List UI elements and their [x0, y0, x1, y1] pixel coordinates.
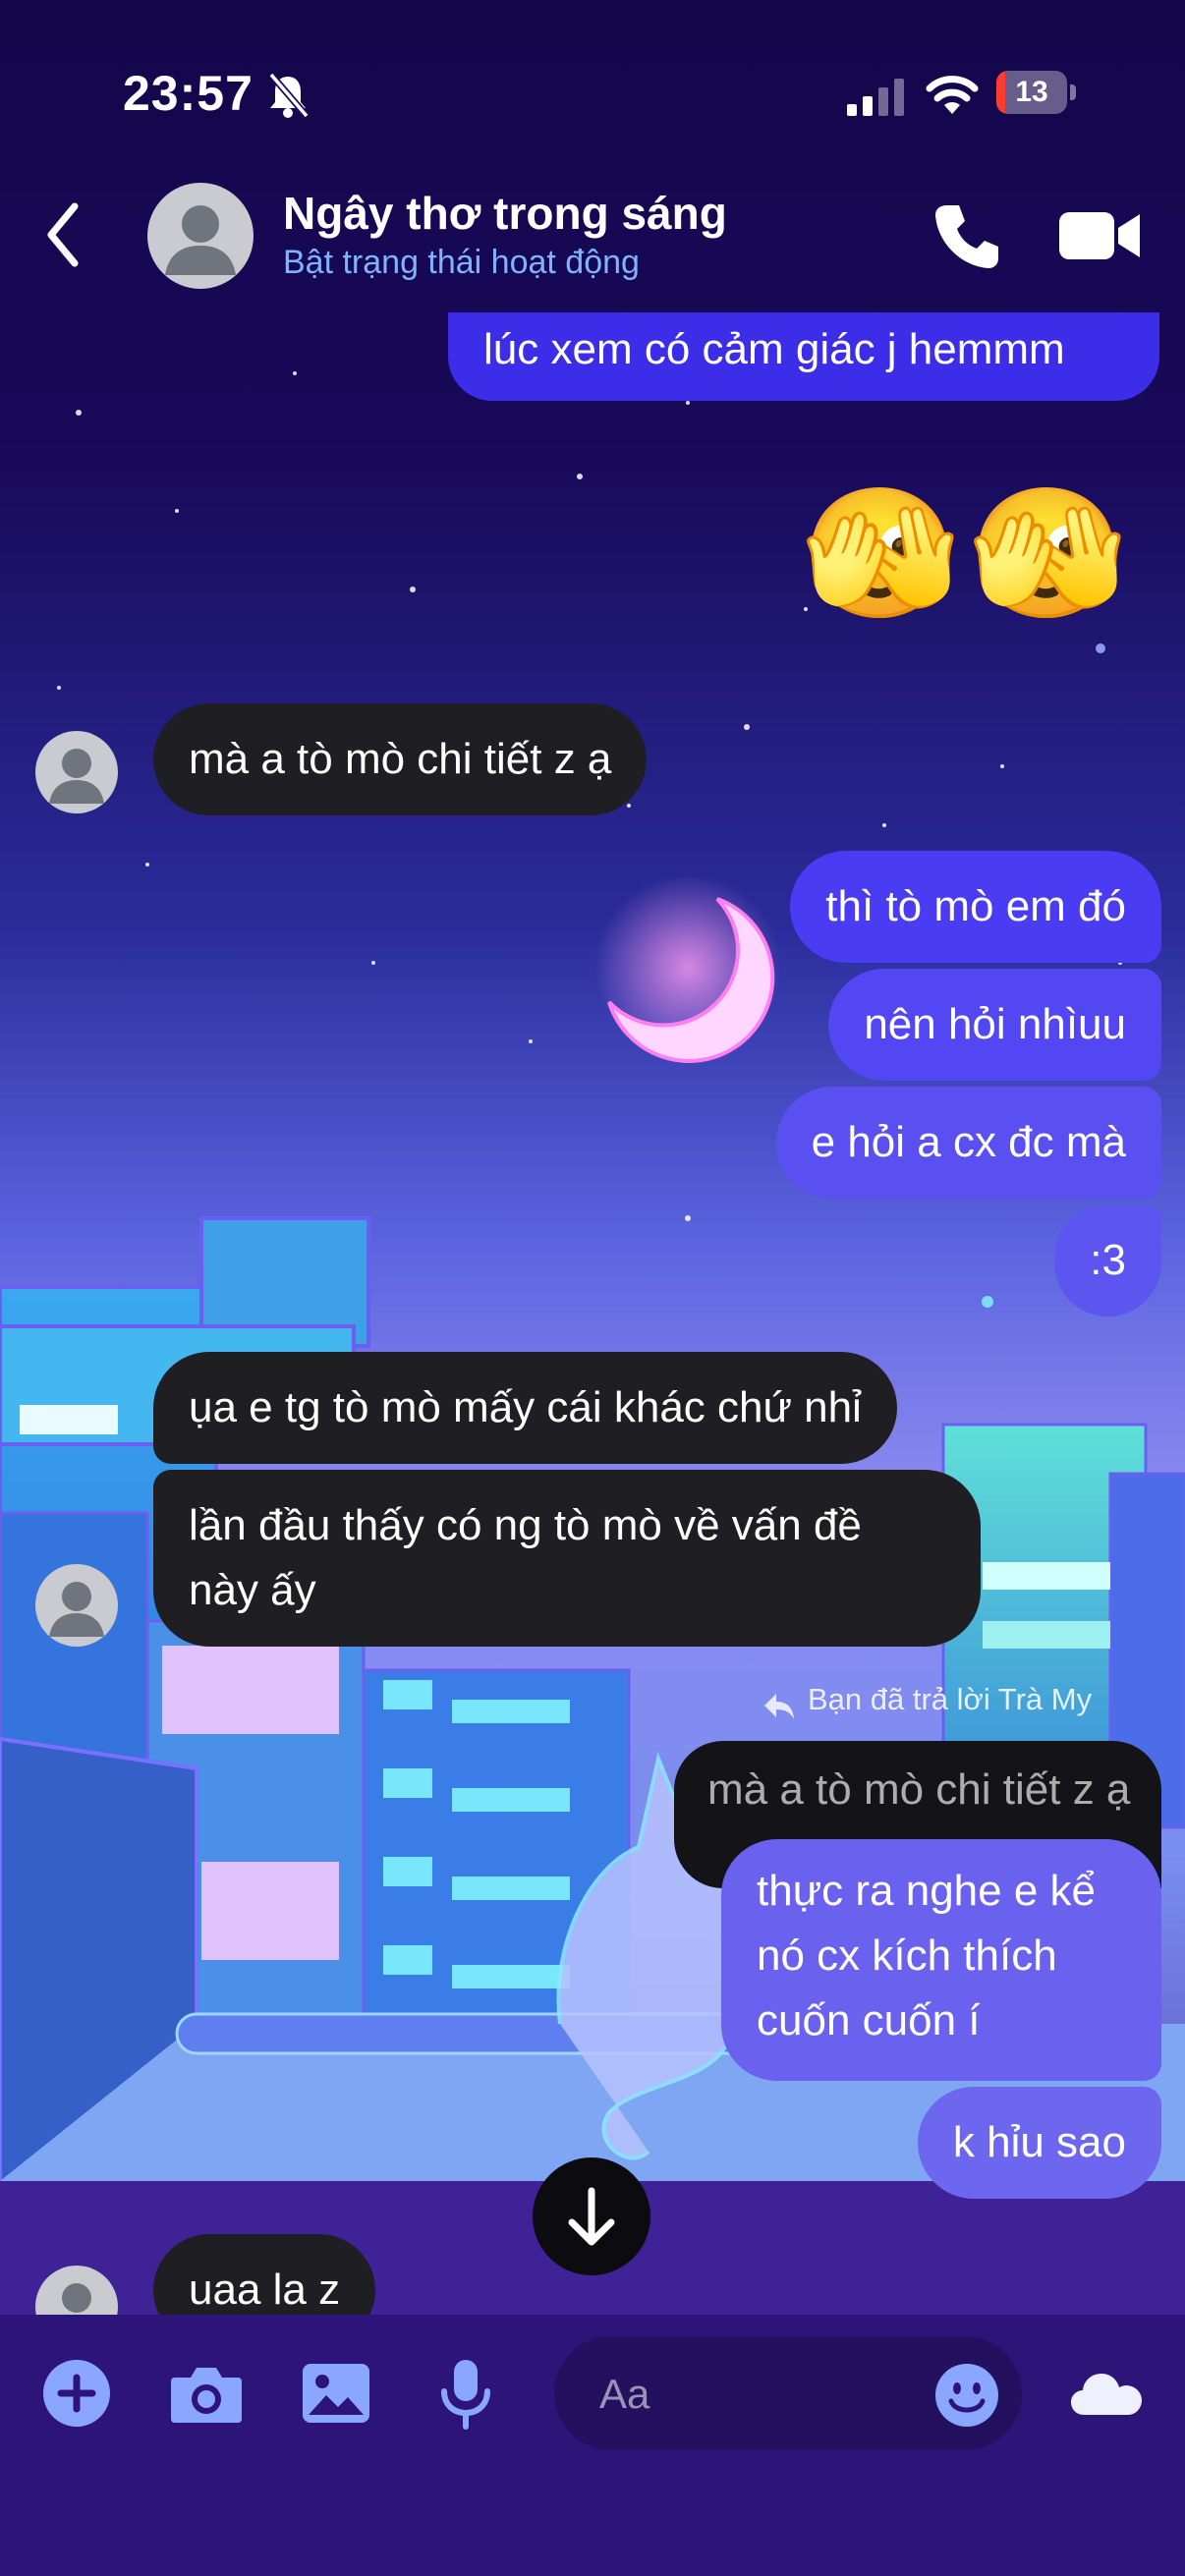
message-input[interactable]	[597, 2336, 896, 2452]
message-line: cuốn cuốn í	[757, 1996, 981, 2044]
sender-avatar[interactable]	[35, 731, 118, 813]
arrow-down-icon	[568, 2187, 615, 2246]
scroll-to-bottom-button[interactable]	[533, 2157, 650, 2275]
status-time: 23:57	[123, 66, 254, 121]
received-message[interactable]: mà a tò mò chi tiết z ạ	[153, 703, 648, 815]
reply-context-label: Bạn đã trả lời Trà My	[808, 1682, 1093, 1716]
reply-arrow-icon	[764, 1694, 794, 1719]
sent-message-reply[interactable]: thực ra nghe e kể nó cx kích thích cuốn …	[721, 1839, 1161, 2081]
active-status-link[interactable]: Bật trạng thái hoạt động	[283, 244, 640, 282]
wifi-icon	[926, 76, 979, 114]
microphone-icon[interactable]	[426, 2354, 505, 2433]
back-chevron-icon[interactable]	[43, 200, 83, 269]
sent-message[interactable]: lúc xem có cảm giác j hemmm	[448, 312, 1159, 401]
plus-circle-icon[interactable]	[37, 2354, 116, 2433]
received-message[interactable]: lần đầu thấy có ng tò mò về vấn đề này ấ…	[153, 1470, 981, 1647]
photo-gallery-icon[interactable]	[297, 2354, 375, 2433]
contact-name[interactable]: Ngây thơ trong sáng	[283, 187, 727, 240]
message-line: này ấy	[189, 1566, 316, 1614]
bell-slash-icon	[268, 72, 310, 119]
sender-avatar[interactable]	[35, 2266, 118, 2315]
phone-call-icon[interactable]	[933, 201, 1002, 270]
cloud-icon[interactable]	[1067, 2354, 1146, 2433]
sender-avatar[interactable]	[35, 1564, 118, 1647]
received-message[interactable]: uaa la z	[153, 2234, 376, 2315]
emoji-picker-icon[interactable]	[933, 2362, 1000, 2429]
sent-message[interactable]: thì tò mò em đó	[790, 851, 1161, 963]
message-line: lần đầu thấy có ng tò mò về vấn đề	[189, 1501, 862, 1549]
message-line: thực ra nghe e kể	[757, 1867, 1096, 1915]
cellular-signal-icon	[847, 79, 904, 116]
received-message[interactable]: ụa e tg tò mò mấy cái khác chứ nhỉ	[153, 1352, 897, 1464]
sent-message[interactable]: e hỏi a cx đc mà	[775, 1087, 1161, 1199]
face-peeking-emoji[interactable]: 🫣	[801, 479, 960, 627]
sent-message[interactable]: k hỉu sao	[917, 2087, 1161, 2199]
face-peeking-emoji[interactable]: 🫣	[968, 479, 1127, 627]
battery-percentage: 13	[1015, 76, 1048, 108]
battery-indicator: 13	[996, 71, 1076, 114]
contact-avatar[interactable]	[147, 183, 254, 289]
video-call-icon[interactable]	[1059, 204, 1142, 267]
camera-icon[interactable]	[167, 2354, 246, 2433]
message-line: nó cx kích thích	[757, 1932, 1057, 1980]
sent-message[interactable]: nên hỏi nhìuu	[828, 969, 1161, 1081]
sent-message[interactable]: :3	[1054, 1204, 1161, 1316]
